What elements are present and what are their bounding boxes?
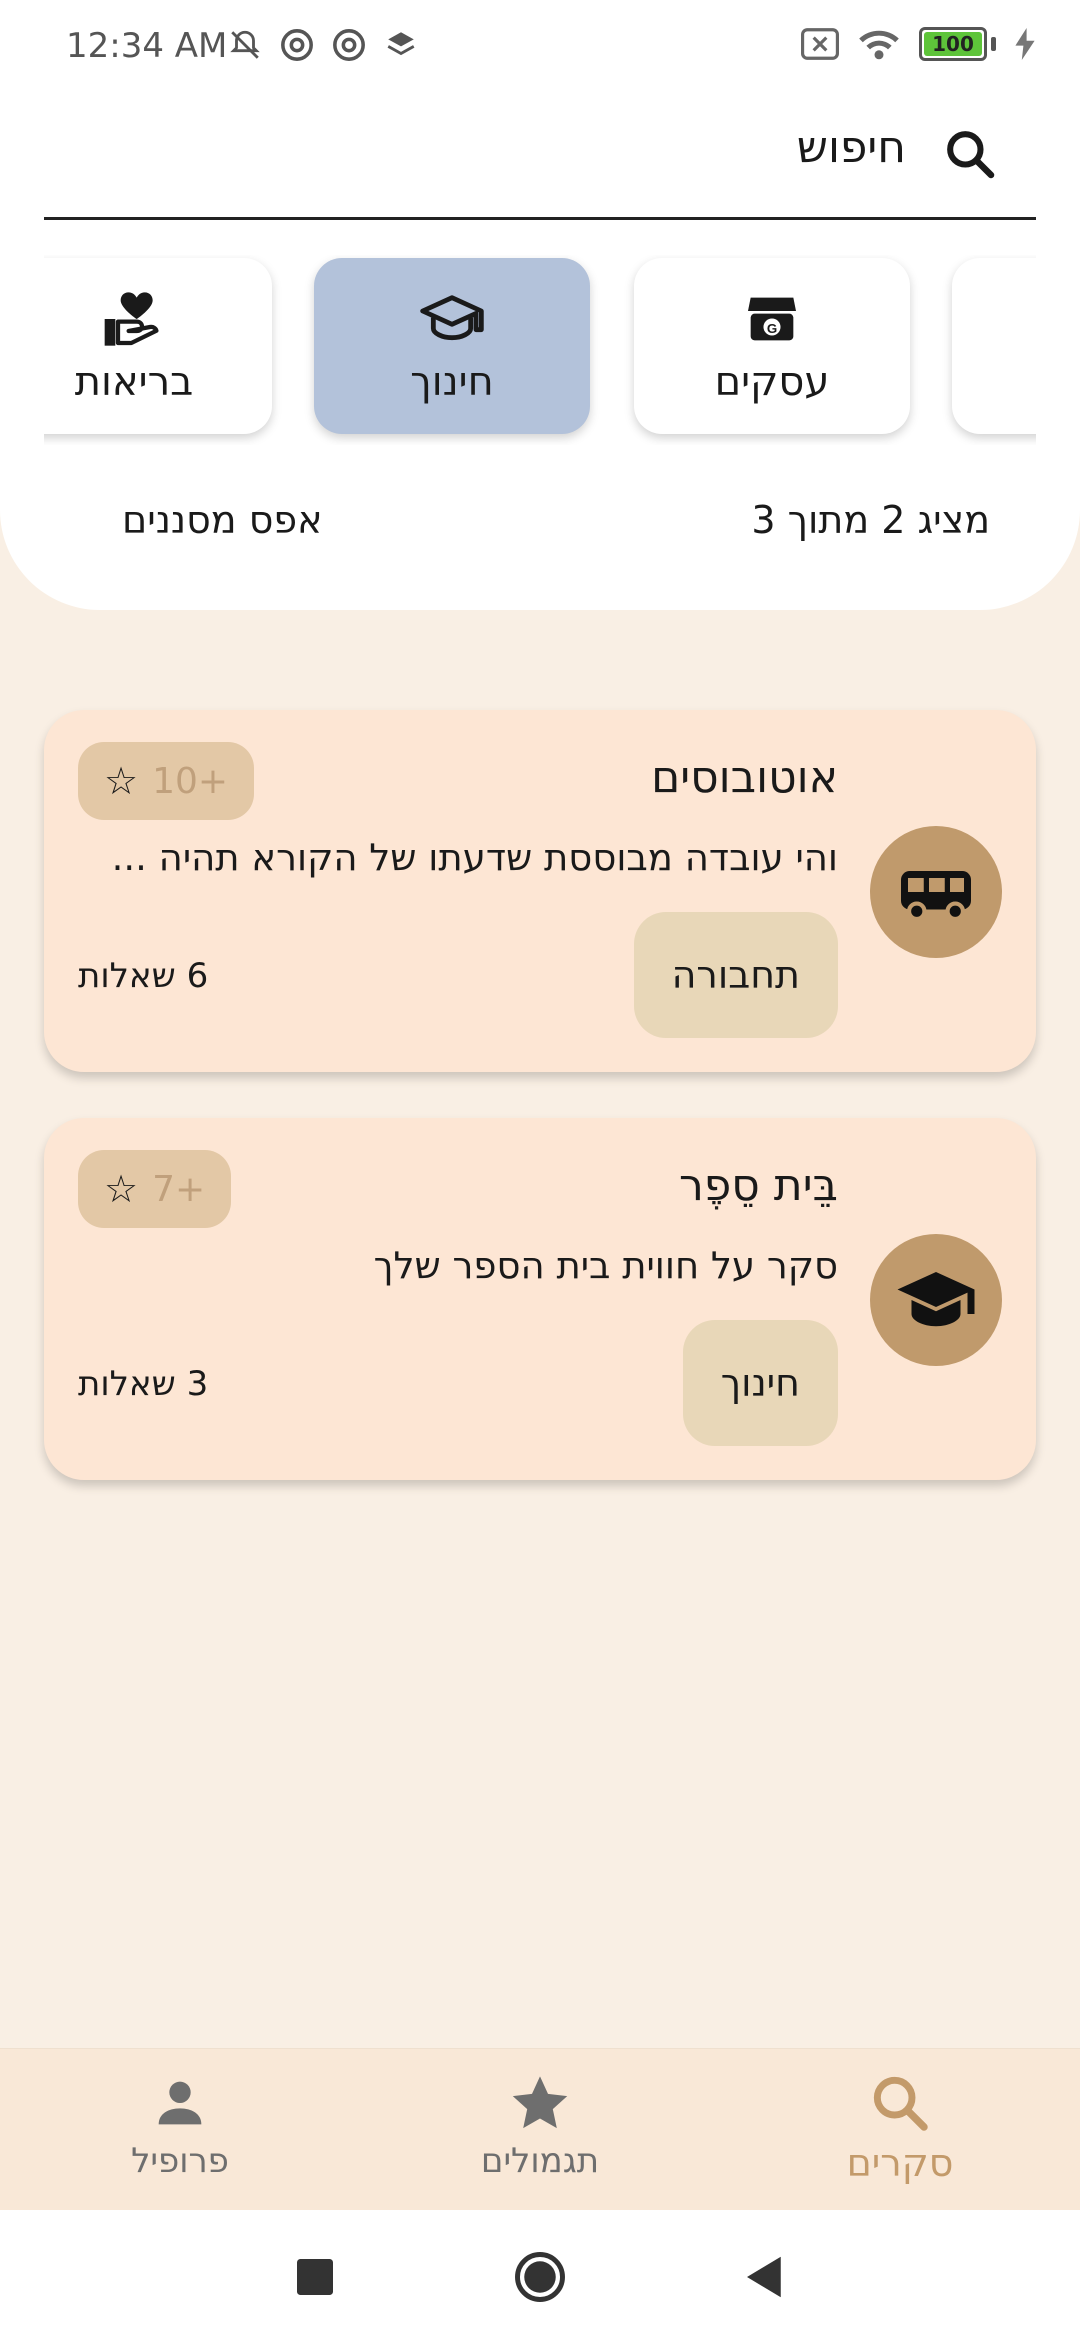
category-label: עסקים bbox=[714, 359, 830, 405]
store-icon: G bbox=[748, 297, 796, 341]
recents-square-icon[interactable] bbox=[288, 2250, 342, 2304]
category-label: חינוך bbox=[410, 359, 494, 405]
star-outline-icon: ☆ bbox=[104, 759, 139, 803]
home-circle-icon[interactable] bbox=[513, 2250, 567, 2304]
category-card-business[interactable]: G עסקים bbox=[634, 258, 910, 434]
battery-level: 100 bbox=[932, 32, 974, 56]
results-count: מציג 2 מתוך 3 bbox=[751, 498, 990, 542]
star-outline-icon: ☆ bbox=[104, 1167, 139, 1211]
search-icon bbox=[873, 2076, 928, 2131]
system-navigation-bar bbox=[0, 2210, 1080, 2340]
search-bar[interactable]: חיפוש bbox=[44, 90, 1036, 220]
nav-item-rewards[interactable]: תגמולים bbox=[410, 2071, 670, 2181]
survey-tag-chip[interactable]: תחבורה bbox=[633, 912, 838, 1038]
survey-title: אוטובוסים bbox=[651, 752, 838, 803]
search-icon[interactable] bbox=[942, 126, 998, 182]
svg-text:G: G bbox=[767, 321, 777, 336]
status-notification-icons bbox=[228, 28, 418, 62]
nav-label: סקרים bbox=[846, 2141, 954, 2185]
search-underline bbox=[44, 217, 1036, 220]
survey-icon-circle bbox=[870, 1234, 1002, 1366]
reset-filters-button[interactable]: אפס מסננים bbox=[122, 498, 322, 542]
survey-description: והי עובדה מבוססת שדעתו של הקורא תהיה ... bbox=[111, 836, 838, 879]
status-system-icons: 100 bbox=[801, 26, 1036, 62]
nav-label: פרופיל bbox=[131, 2141, 229, 2181]
back-triangle-icon[interactable] bbox=[738, 2250, 792, 2304]
bottom-navigation: פרופיל תגמולים סקרים bbox=[0, 2048, 1080, 2210]
person-icon bbox=[158, 2081, 202, 2125]
category-label: בריאות bbox=[74, 359, 194, 405]
category-card-education[interactable]: חינוך bbox=[314, 258, 590, 434]
battery-icon: 100 bbox=[919, 27, 987, 61]
category-card-health[interactable]: בריאות bbox=[44, 258, 272, 434]
survey-question-count: 6 שאלות bbox=[78, 956, 209, 996]
survey-tag-label: תחבורה bbox=[671, 953, 800, 997]
reward-value: 10+ bbox=[152, 760, 229, 802]
nav-label: תגמולים bbox=[480, 2141, 600, 2181]
reward-badge: ☆ 10+ bbox=[78, 742, 255, 820]
reward-value: 7+ bbox=[152, 1168, 206, 1210]
wifi-icon bbox=[859, 30, 899, 60]
at-sign-icon bbox=[281, 29, 313, 61]
nav-item-profile[interactable]: פרופיל bbox=[50, 2071, 310, 2181]
category-strip[interactable]: G עסקים חינוך בריאות bbox=[44, 255, 1036, 445]
nav-item-surveys[interactable]: סקרים bbox=[770, 2071, 1030, 2185]
category-card-partial[interactable] bbox=[952, 258, 1036, 434]
survey-description: סקר על חווית בית הספר שלך bbox=[373, 1244, 838, 1287]
survey-card[interactable]: ☆ 7+ בֵּית סֵפֶר סקר על חווית בית הספר ש… bbox=[44, 1118, 1036, 1480]
survey-tag-chip[interactable]: חינוך bbox=[682, 1320, 838, 1446]
status-time: 12:34 AM bbox=[66, 26, 228, 66]
reward-badge: ☆ 7+ bbox=[78, 1150, 232, 1228]
search-label: חיפוש bbox=[796, 122, 906, 173]
layers-icon bbox=[387, 32, 415, 56]
survey-icon-circle bbox=[870, 826, 1002, 958]
star-icon bbox=[512, 2076, 568, 2129]
survey-card[interactable]: ☆ 10+ אוטובוסים והי עובדה מבוססת שדעתו ש… bbox=[44, 710, 1036, 1072]
no-sim-icon bbox=[801, 28, 839, 60]
survey-tag-label: חינוך bbox=[720, 1361, 800, 1405]
at-sign-icon bbox=[333, 29, 365, 61]
graduation-cap-icon bbox=[897, 1272, 975, 1327]
heart-hand-icon bbox=[104, 292, 159, 346]
graduation-cap-icon bbox=[420, 295, 484, 341]
charging-bolt-icon bbox=[1015, 28, 1035, 60]
survey-question-count: 3 שאלות bbox=[78, 1364, 209, 1404]
survey-title: בֵּית סֵפֶר bbox=[678, 1160, 838, 1211]
muted-bell-icon bbox=[230, 30, 260, 59]
status-bar: 12:34 AM 100 bbox=[0, 0, 1080, 90]
bus-icon bbox=[901, 871, 971, 922]
